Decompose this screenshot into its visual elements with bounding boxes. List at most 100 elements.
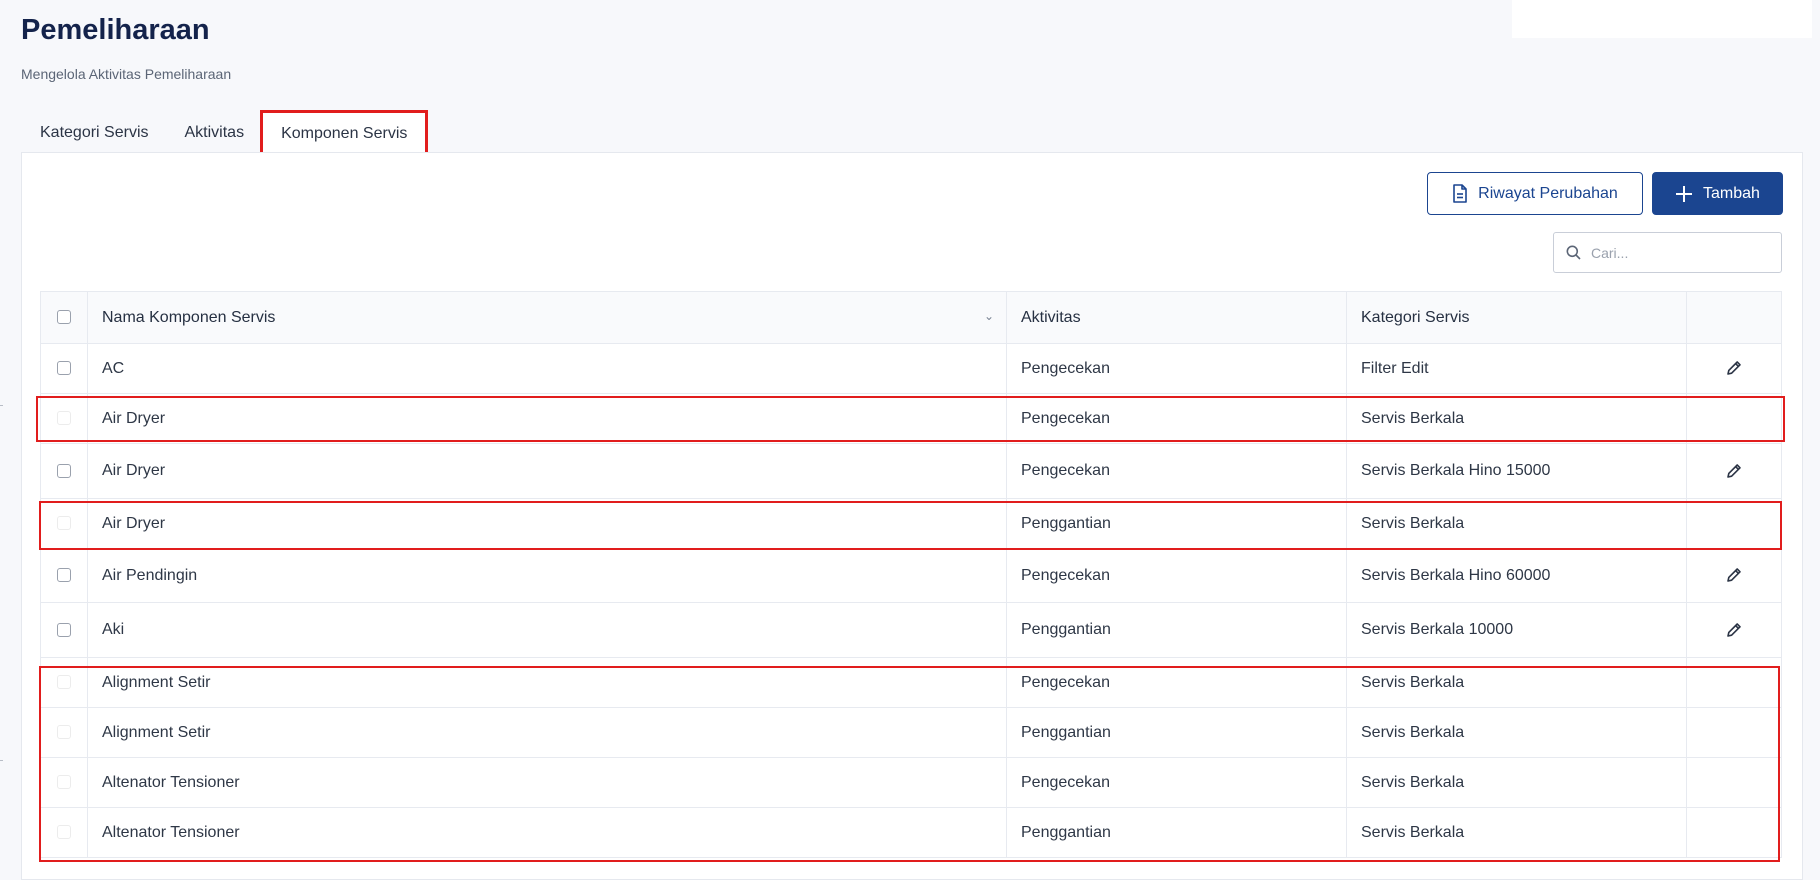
row-checkbox	[57, 516, 71, 531]
content-panel: Riwayat Perubahan Tambah Nama Komponen S…	[21, 152, 1803, 880]
row-checkbox[interactable]	[57, 361, 71, 376]
cell-category: Servis Berkala	[1346, 807, 1687, 858]
search-icon	[1566, 245, 1581, 260]
cell-name: Alignment Setir	[87, 657, 1007, 708]
row-actions-cell	[1686, 443, 1782, 499]
cell-category: Servis Berkala	[1346, 757, 1687, 808]
page-subtitle: Mengelola Aktivitas Pemeliharaan	[21, 66, 232, 82]
table-row[interactable]: AC Pengecekan Filter Edit	[40, 343, 1782, 394]
document-icon	[1453, 184, 1467, 203]
select-all-cell	[40, 291, 88, 344]
cell-name: Air Pendingin	[87, 548, 1007, 603]
pencil-icon[interactable]	[1725, 462, 1743, 480]
table-row[interactable]: Altenator Tensioner Penggantian Servis Ber…	[40, 807, 1782, 858]
row-select-cell	[40, 602, 88, 658]
row-checkbox	[57, 725, 71, 740]
search-input[interactable]	[1591, 244, 1771, 261]
row-actions-cell	[1686, 602, 1782, 658]
top-right-blank-area	[1512, 0, 1812, 38]
cell-activity: Pengecekan	[1006, 657, 1347, 708]
cell-category: Servis Berkala Hino 60000	[1346, 548, 1687, 603]
cell-name: Alignment Setir	[87, 707, 1007, 758]
row-actions-cell	[1686, 757, 1782, 808]
cell-category: Filter Edit	[1346, 343, 1687, 394]
cell-activity: Penggantian	[1006, 498, 1347, 549]
pencil-icon[interactable]	[1725, 566, 1743, 584]
table-row[interactable]: Air Pendingin Pengecekan Servis Berkala Hi…	[40, 548, 1782, 603]
cell-category: Servis Berkala	[1346, 393, 1687, 444]
table-row[interactable]: Aki Penggantian Servis Berkala 10000	[40, 602, 1782, 658]
table-row[interactable]: Altenator Tensioner Pengecekan Servis Berk…	[40, 757, 1782, 808]
table-row[interactable]: Air Dryer Penggantian Servis Berkala	[40, 498, 1782, 549]
row-actions-cell	[1686, 548, 1782, 603]
row-checkbox	[57, 775, 71, 790]
row-checkbox[interactable]	[57, 463, 71, 478]
search-box	[1553, 232, 1782, 273]
row-checkbox	[57, 675, 71, 690]
row-select-cell	[40, 498, 88, 549]
add-button[interactable]: Tambah	[1652, 172, 1783, 215]
cell-activity: Pengecekan	[1006, 393, 1347, 444]
row-actions-cell	[1686, 657, 1782, 708]
cell-activity: Penggantian	[1006, 602, 1347, 658]
edge-mark	[0, 405, 3, 406]
tab-komponen-servis[interactable]: Komponen Servis	[260, 110, 429, 156]
column-header-name[interactable]: Nama Komponen Servis ⌄	[87, 291, 1007, 344]
row-actions-cell	[1686, 498, 1782, 549]
row-checkbox[interactable]	[57, 622, 71, 637]
row-select-cell	[40, 807, 88, 858]
cell-name: Air Dryer	[87, 498, 1007, 549]
cell-category: Servis Berkala Hino 15000	[1346, 443, 1687, 499]
select-all-checkbox[interactable]	[57, 310, 71, 325]
cell-category: Servis Berkala	[1346, 498, 1687, 549]
table-row[interactable]: Air Dryer Pengecekan Servis Berkala Hino 1…	[40, 443, 1782, 499]
tab-bar: Kategori Servis Aktivitas Komponen Servi…	[22, 110, 429, 156]
sort-chevron-icon[interactable]: ⌄	[984, 309, 994, 323]
history-button[interactable]: Riwayat Perubahan	[1427, 172, 1643, 215]
table-row[interactable]: Alignment Setir Pengecekan Servis Berkala	[40, 657, 1782, 708]
row-select-cell	[40, 393, 88, 444]
row-select-cell	[40, 757, 88, 808]
cell-activity: Pengecekan	[1006, 443, 1347, 499]
row-checkbox	[57, 825, 71, 840]
column-header-actions	[1686, 291, 1782, 344]
column-header-name-label: Nama Komponen Servis	[102, 308, 276, 326]
column-header-activity: Aktivitas	[1006, 291, 1347, 344]
plus-icon	[1676, 185, 1693, 202]
components-table: Nama Komponen Servis ⌄ Aktivitas Kategori…	[40, 291, 1782, 858]
cell-name: Aki	[87, 602, 1007, 658]
pencil-icon[interactable]	[1725, 621, 1743, 639]
edge-mark	[0, 760, 3, 761]
row-checkbox[interactable]	[57, 568, 71, 583]
cell-name: AC	[87, 343, 1007, 394]
cell-category: Servis Berkala	[1346, 707, 1687, 758]
cell-activity: Pengecekan	[1006, 548, 1347, 603]
add-button-label: Tambah	[1703, 184, 1760, 202]
cell-activity: Pengecekan	[1006, 757, 1347, 808]
pencil-icon[interactable]	[1725, 359, 1743, 377]
row-select-cell	[40, 548, 88, 603]
table-body: AC Pengecekan Filter Edit Air Dryer Pengecek…	[40, 343, 1782, 858]
table-row[interactable]: Air Dryer Pengecekan Servis Berkala	[40, 393, 1782, 444]
row-select-cell	[40, 443, 88, 499]
table-row[interactable]: Alignment Setir Penggantian Servis Berkala	[40, 707, 1782, 758]
cell-category: Servis Berkala	[1346, 657, 1687, 708]
cell-activity: Pengecekan	[1006, 343, 1347, 394]
row-actions-cell	[1686, 343, 1782, 394]
row-select-cell	[40, 657, 88, 708]
row-actions-cell	[1686, 807, 1782, 858]
cell-activity: Penggantian	[1006, 707, 1347, 758]
cell-category: Servis Berkala 10000	[1346, 602, 1687, 658]
tab-kategori-servis[interactable]: Kategori Servis	[22, 112, 167, 154]
table-header-row: Nama Komponen Servis ⌄ Aktivitas Kategori…	[40, 291, 1782, 344]
tab-aktivitas[interactable]: Aktivitas	[167, 112, 263, 154]
cell-name: Altenator Tensioner	[87, 807, 1007, 858]
row-actions-cell	[1686, 707, 1782, 758]
page-title: Pemeliharaan	[21, 14, 210, 46]
row-select-cell	[40, 707, 88, 758]
column-header-category: Kategori Servis	[1346, 291, 1687, 344]
cell-name: Altenator Tensioner	[87, 757, 1007, 808]
row-actions-cell	[1686, 393, 1782, 444]
row-checkbox	[57, 411, 71, 426]
cell-name: Air Dryer	[87, 393, 1007, 444]
